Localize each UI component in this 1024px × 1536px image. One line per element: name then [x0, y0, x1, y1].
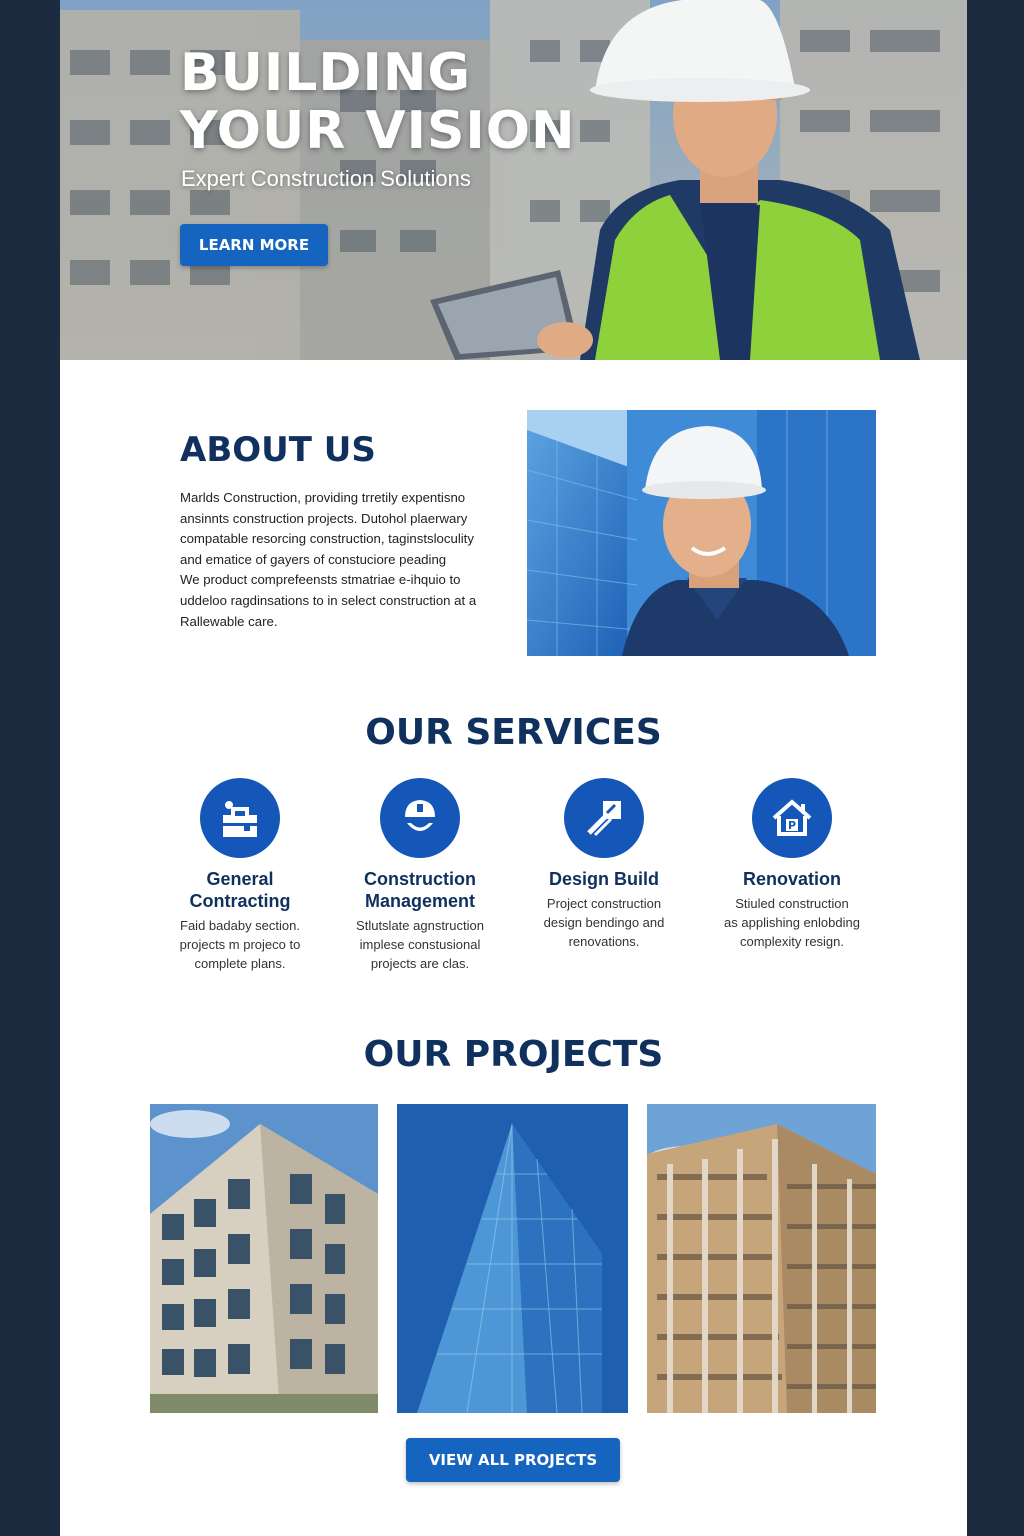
- page: BUILDING YOUR VISION Expert Construction…: [60, 0, 967, 1536]
- project-card[interactable]: [397, 1104, 628, 1413]
- service-name-line: Renovation: [742, 869, 841, 889]
- hero-title-line-1: BUILDING: [180, 43, 472, 103]
- about-text-line: ansinnts construction projects. Dutohol …: [180, 510, 468, 526]
- about-title: ABOUT US: [180, 430, 376, 470]
- learn-more-button[interactable]: LEARN MORE: [180, 224, 328, 266]
- about-text-line: We product comprefeensts stmatriae e-ihq…: [180, 572, 461, 588]
- service-icon-circle: [380, 778, 460, 858]
- design-tools-icon: [587, 801, 621, 837]
- service-description-line: design bendingo and: [543, 915, 665, 930]
- service-icon-circle: [200, 778, 280, 858]
- about-text-line: Marlds Construction, providing trretily …: [180, 490, 466, 505]
- modern-office-building-image: [150, 1104, 378, 1413]
- project-card[interactable]: [150, 1104, 378, 1413]
- service-name-line: Management: [364, 891, 476, 911]
- hard-hat-icon: [405, 800, 435, 831]
- service-description: Faid badaby section. projects m projeco …: [150, 916, 330, 973]
- service-renovation[interactable]: P Renovation Stiuled construction as app…: [702, 778, 882, 951]
- service-description-line: Stlutslate agnstruction: [356, 918, 484, 933]
- hero-title: BUILDING YOUR VISION: [180, 44, 600, 160]
- service-icon-circle: P: [752, 778, 832, 858]
- about-text-line: compatable resorcing construction, tagin…: [180, 531, 474, 547]
- service-icon-circle: [564, 778, 644, 858]
- service-description-line: implese constusional: [359, 937, 481, 952]
- projects-title: OUR PROJECTS: [363, 1034, 664, 1075]
- service-construction-management[interactable]: Construction Management Stlutslate agnst…: [330, 778, 510, 973]
- service-description-line: Project construction: [546, 896, 662, 911]
- service-name-line: General: [206, 869, 274, 889]
- service-description-line: Stiuled construction: [735, 896, 849, 911]
- service-description: Stiuled construction as applishing enlob…: [702, 894, 882, 951]
- project-card[interactable]: [647, 1104, 876, 1413]
- about-text: Marlds Construction, providing trretily …: [180, 488, 490, 632]
- svg-text:P: P: [788, 819, 796, 832]
- service-description-line: as applishing enlobding: [724, 915, 860, 930]
- hero-subtitle: Expert Construction Solutions: [181, 166, 471, 191]
- service-general-contracting[interactable]: General Contracting Faid badaby section.…: [150, 778, 330, 973]
- services-title: OUR SERVICES: [365, 712, 662, 753]
- about-text-line: Rallewable care.: [180, 613, 278, 629]
- service-name: Construction Management: [330, 868, 510, 912]
- about-photo: [527, 410, 876, 656]
- service-description-line: complete plans.: [194, 956, 286, 971]
- service-description: Project construction design bendingo and…: [514, 894, 694, 951]
- service-description-line: projects m projeco to: [179, 937, 301, 952]
- service-description-line: renovations.: [568, 934, 640, 949]
- engineer-portrait-image: [527, 410, 876, 656]
- service-name-line: Design Build: [548, 869, 659, 889]
- service-description: Stlutslate agnstruction implese constusi…: [330, 916, 510, 973]
- service-name-line: Construction: [364, 869, 476, 889]
- service-description-line: Faid badaby section.: [180, 918, 300, 933]
- service-description-line: complexity resign.: [739, 934, 845, 949]
- building-under-construction-image: [647, 1104, 876, 1413]
- about-text-line: uddeloo ragdinsations to in select const…: [180, 592, 477, 608]
- view-all-projects-button[interactable]: VIEW ALL PROJECTS: [406, 1438, 620, 1482]
- toolbox-icon: [223, 801, 257, 837]
- house-icon: P: [772, 799, 812, 836]
- service-name-line: Contracting: [189, 891, 291, 911]
- service-name: General Contracting: [150, 868, 330, 912]
- hero-section: BUILDING YOUR VISION Expert Construction…: [60, 0, 967, 360]
- glass-skyscraper-image: [397, 1104, 628, 1413]
- service-design-build[interactable]: Design Build Project construction design…: [514, 778, 694, 951]
- hero-title-line-2: YOUR VISION: [180, 101, 576, 161]
- service-description-line: projects are clas.: [370, 956, 470, 971]
- about-text-line: and ematice of gayers of constuciore pea…: [180, 551, 447, 567]
